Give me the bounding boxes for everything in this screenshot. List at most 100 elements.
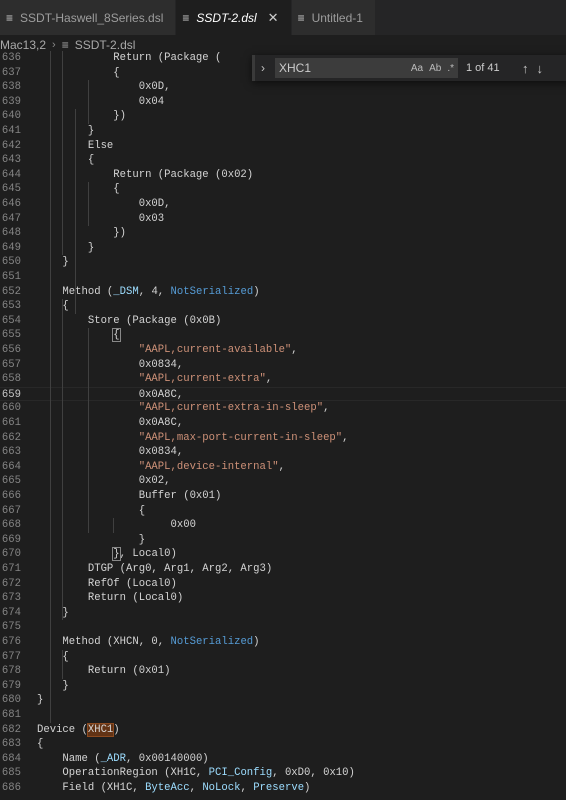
code-content: }, Local0) bbox=[37, 547, 177, 562]
tab-label: SSDT-2.dsl bbox=[196, 10, 257, 25]
code-text: { bbox=[37, 154, 95, 167]
next-match-icon[interactable]: ↓ bbox=[537, 61, 544, 76]
code-line[interactable]: 682 Device (XHC1) bbox=[0, 722, 566, 738]
code-line[interactable]: 660 "AAPL,current-extra-in-sleep", bbox=[0, 401, 566, 416]
code-text: Field (XH1C, bbox=[37, 782, 146, 794]
match-case-icon[interactable]: Aa bbox=[411, 63, 423, 74]
code-line[interactable]: 639 0x04 bbox=[0, 95, 566, 110]
code-line[interactable]: 679 } bbox=[0, 679, 566, 694]
line-number: 637 bbox=[1, 66, 21, 79]
code-content: Return (0x01) bbox=[37, 664, 171, 679]
code-line[interactable]: 654 Store (Package (0x0B) bbox=[0, 314, 566, 329]
code-line[interactable]: 668 0x00 bbox=[0, 518, 566, 533]
code-line[interactable]: 649 } bbox=[0, 241, 566, 256]
code-line[interactable]: 640 }) bbox=[0, 109, 566, 124]
tab-ssdt-haswell[interactable]: ≡ SSDT-Haswell_8Series.dsl bbox=[0, 0, 177, 35]
code-content: } bbox=[37, 255, 68, 270]
keyword: NotSerialized bbox=[170, 285, 254, 298]
tab-label: Untitled-1 bbox=[311, 10, 363, 25]
line-number: 651 bbox=[1, 271, 21, 283]
code-line[interactable]: 659 0x0A8C, bbox=[0, 386, 566, 402]
code-text: 0x0D, bbox=[37, 81, 171, 94]
code-line[interactable]: 651 bbox=[0, 270, 566, 285]
code-line[interactable]: 656 "AAPL,current-available", bbox=[0, 343, 566, 358]
code-line[interactable]: 644 Return (Package (0x02) bbox=[0, 168, 566, 183]
code-text: 0x0A8C, bbox=[37, 417, 184, 429]
code-line[interactable]: 663 0x0834, bbox=[0, 445, 566, 460]
code-content: } bbox=[37, 679, 68, 694]
code-line[interactable]: 671 DTGP (Arg0, Arg1, Arg2, Arg3) bbox=[0, 562, 566, 577]
code-text: , bbox=[291, 344, 298, 356]
line-number: 677 bbox=[1, 650, 21, 663]
code-line[interactable]: 664 "AAPL,device-internal", bbox=[0, 460, 566, 475]
code-line[interactable]: 657 0x0834, bbox=[0, 358, 566, 373]
editor-tab-bar: ≡ SSDT-Haswell_8Series.dsl ≡ SSDT-2.dsl … bbox=[0, 0, 566, 36]
code-line[interactable]: 676 Method (XHCN, 0, NotSerialized) bbox=[0, 635, 566, 650]
breadcrumb-folder[interactable]: Mac13,2 bbox=[0, 38, 46, 52]
indent-guide bbox=[49, 51, 51, 723]
code-line[interactable]: 686 Field (XH1C, ByteAcc, NoLock, Preser… bbox=[0, 781, 566, 796]
line-number: 675 bbox=[1, 621, 21, 634]
indent-guide bbox=[62, 299, 64, 621]
code-line[interactable]: 638 0x0D, bbox=[0, 80, 566, 95]
code-line[interactable]: 667 { bbox=[0, 504, 566, 519]
code-editor[interactable]: 636 Return (Package (637 {638 0x0D, 639 0… bbox=[0, 51, 566, 800]
previous-match-icon[interactable]: ↑ bbox=[522, 61, 529, 76]
code-line[interactable]: 677 { bbox=[0, 650, 566, 665]
code-line[interactable]: 658 "AAPL,current-extra", bbox=[0, 372, 566, 387]
code-text: Return (0x01) bbox=[37, 665, 171, 678]
code-line[interactable]: 652 Method (_DSM, 4, NotSerialized) bbox=[0, 285, 566, 300]
code-line[interactable]: 648 }) bbox=[0, 226, 566, 241]
tab-ssdt-2[interactable]: ≡ SSDT-2.dsl ✕ bbox=[176, 0, 292, 35]
code-line[interactable]: 673 Return (Local0) bbox=[0, 591, 566, 606]
identifier: _DSM bbox=[113, 285, 139, 298]
code-line[interactable]: 650 } bbox=[0, 255, 566, 270]
chevron-right-icon: › bbox=[52, 39, 56, 51]
line-number: 653 bbox=[1, 300, 21, 313]
code-line[interactable]: 681 bbox=[0, 708, 566, 723]
code-line[interactable]: 672 RefOf (Local0) bbox=[0, 577, 566, 592]
code-content: "AAPL,current-extra-in-sleep", bbox=[37, 401, 330, 416]
code-line[interactable]: 666 Buffer (0x01) bbox=[0, 489, 566, 504]
code-line[interactable]: 661 0x0A8C, bbox=[0, 416, 566, 431]
code-line[interactable]: 675 bbox=[0, 620, 566, 635]
identifier: _ADR bbox=[100, 752, 127, 765]
tab-untitled-1[interactable]: ≡ Untitled-1 bbox=[291, 0, 376, 35]
code-text: , Local0) bbox=[119, 548, 177, 561]
code-line[interactable]: 669 } bbox=[0, 533, 566, 548]
code-line[interactable]: 653 { bbox=[0, 299, 566, 314]
line-number: 654 bbox=[1, 314, 21, 327]
code-line[interactable]: 680} bbox=[0, 693, 566, 708]
line-number: 676 bbox=[1, 636, 21, 648]
code-line[interactable]: 678 Return (0x01) bbox=[0, 664, 566, 679]
line-number: 667 bbox=[1, 504, 21, 517]
breadcrumb-file[interactable]: SSDT-2.dsl bbox=[75, 38, 136, 52]
code-line[interactable]: 655 { bbox=[0, 328, 566, 343]
code-text: , 0xD0, 0x10) bbox=[272, 767, 355, 780]
regex-icon[interactable]: .* bbox=[447, 63, 454, 74]
find-input[interactable]: XHC1 Aa Ab .* bbox=[275, 58, 458, 78]
code-line[interactable]: 642 Else bbox=[0, 139, 566, 154]
indent-guide bbox=[62, 51, 64, 256]
code-content: Device (XHC1) bbox=[37, 722, 120, 738]
code-line[interactable]: 670 }, Local0) bbox=[0, 547, 566, 562]
code-content: Return (Local0) bbox=[37, 591, 183, 606]
code-line[interactable]: 645 { bbox=[0, 182, 566, 197]
chevron-right-icon[interactable]: › bbox=[255, 61, 271, 75]
code-line[interactable]: 646 0x0D, bbox=[0, 197, 566, 212]
code-line[interactable]: 685 OperationRegion (XH1C, PCI_Config, 0… bbox=[0, 766, 566, 781]
code-line[interactable]: 647 0x03 bbox=[0, 212, 566, 227]
code-line[interactable]: 684 Name (_ADR, 0x00140000) bbox=[0, 752, 566, 767]
code-line[interactable]: 662 "AAPL,max-port-current-in-sleep", bbox=[0, 431, 566, 446]
whole-word-icon[interactable]: Ab bbox=[429, 63, 441, 74]
line-number: 659 bbox=[1, 388, 21, 401]
code-line[interactable]: 641 } bbox=[0, 124, 566, 139]
code-line[interactable]: 683 { bbox=[0, 737, 566, 752]
code-line[interactable]: 643 { bbox=[0, 153, 566, 168]
close-icon[interactable]: ✕ bbox=[268, 10, 279, 26]
code-line[interactable]: 674 } bbox=[0, 606, 566, 621]
indent-guide bbox=[75, 109, 77, 314]
code-line[interactable]: 665 0x02, bbox=[0, 474, 566, 489]
code-text: , 0x00140000) bbox=[126, 752, 209, 765]
line-number: 656 bbox=[1, 344, 21, 356]
